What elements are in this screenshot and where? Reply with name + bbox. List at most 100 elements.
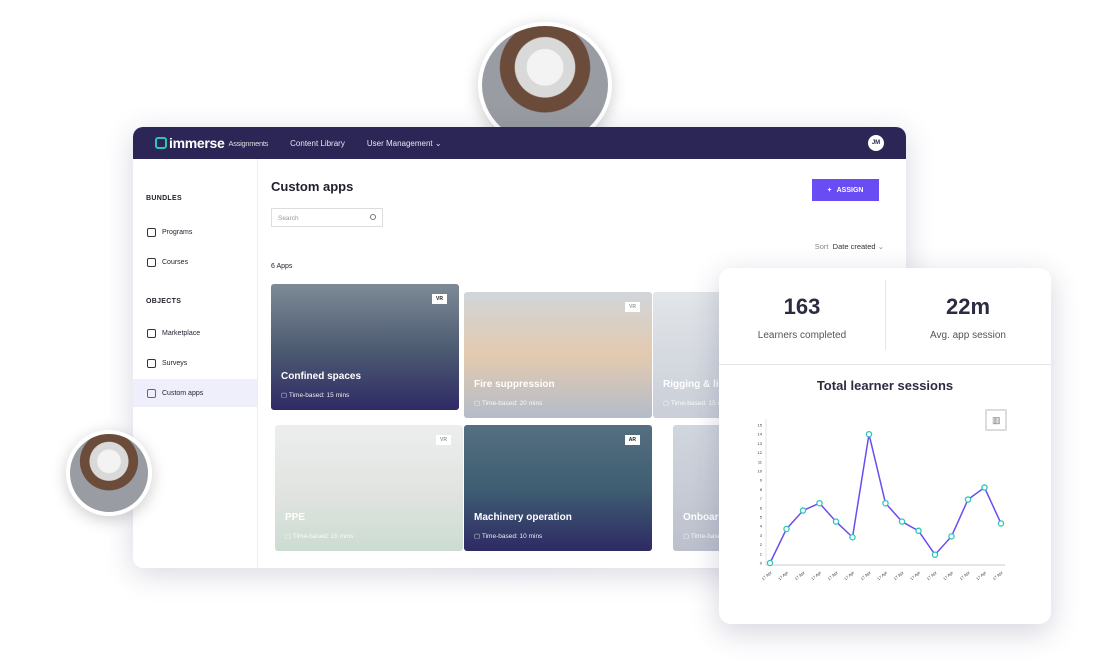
app-card[interactable]: VR Fire suppression ▢ Time-based: 20 mins xyxy=(464,292,652,418)
y-tick-label: 11 xyxy=(758,459,763,464)
sidebar-item-custom-apps[interactable]: Custom apps xyxy=(133,379,257,407)
x-tick-label: 17 Apr xyxy=(827,570,840,582)
clipboard-icon: ▢ xyxy=(474,400,481,407)
badge-ar: AR xyxy=(624,435,640,445)
data-point xyxy=(766,559,774,567)
sort-dropdown[interactable]: Sort Date created ⌄ xyxy=(815,242,884,251)
book-icon xyxy=(147,257,156,267)
y-tick-label: 9 xyxy=(760,478,763,483)
x-tick-label: 17 Apr xyxy=(909,570,922,582)
data-point xyxy=(849,533,856,541)
x-tick-label: 17 Apr xyxy=(810,570,823,582)
app-card[interactable]: AR Machinery operation ▢ Time-based: 10 mi… xyxy=(464,425,652,551)
x-tick-label: 17 Apr xyxy=(777,570,790,582)
data-point xyxy=(931,551,939,558)
card-title: Confined spaces xyxy=(281,371,362,382)
x-tick-label: 17 Apr xyxy=(942,570,955,582)
section-bundles: BUNDLES xyxy=(146,195,182,202)
data-point xyxy=(898,518,906,525)
sidebar: BUNDLES Programs Courses OBJECTS Marketp… xyxy=(133,159,258,568)
y-tick-label: 14 xyxy=(758,432,763,437)
plus-icon: + xyxy=(827,186,832,194)
x-tick-label: 17 Apr xyxy=(794,570,807,582)
data-point xyxy=(816,499,823,507)
data-point xyxy=(865,430,873,438)
nav-content-library[interactable]: Content Library xyxy=(290,139,345,148)
y-tick-label: 6 xyxy=(760,505,763,510)
sidebar-item-courses[interactable]: Courses xyxy=(133,248,257,276)
clipboard-icon: ▢ xyxy=(683,533,690,540)
x-tick-label: 17 Apr xyxy=(843,570,856,582)
x-tick-label: 17 Apr xyxy=(926,570,939,582)
search-input[interactable]: Search xyxy=(271,208,383,227)
card-detail: ▢ Time-based: 10 mins xyxy=(474,533,543,540)
logo-icon xyxy=(155,137,167,149)
document-icon xyxy=(147,358,156,368)
y-tick-label: 12 xyxy=(758,450,763,455)
stats-panel: 163 Learners completed 22m Avg. app sessio… xyxy=(719,268,1051,624)
card-title: PPE xyxy=(285,512,306,523)
card-title: Fire suppression xyxy=(474,379,555,390)
cube-icon xyxy=(147,328,156,338)
chevron-down-icon: ⌄ xyxy=(877,242,884,251)
search-icon xyxy=(370,214,376,220)
clipboard-icon: ▢ xyxy=(281,392,288,399)
y-tick-label: 15 xyxy=(758,423,763,428)
card-detail: ▢ Time-based: 15 mins xyxy=(285,533,354,540)
section-objects: OBJECTS xyxy=(146,298,182,305)
y-tick-label: 13 xyxy=(758,441,763,446)
card-detail: ▢ Time-based: 20 mins xyxy=(474,400,543,407)
sidebar-item-surveys[interactable]: Surveys xyxy=(133,349,257,377)
y-tick-label: 1 xyxy=(760,551,763,556)
data-point xyxy=(882,499,889,507)
y-tick-label: 5 xyxy=(760,515,763,520)
x-tick-label: 17 Apr xyxy=(876,570,889,582)
x-tick-label: 17 Apr xyxy=(893,570,906,582)
programs-icon xyxy=(147,227,156,237)
data-point xyxy=(964,496,972,503)
sidebar-item-programs[interactable]: Programs xyxy=(133,218,257,246)
x-tick-label: 17 Apr xyxy=(860,570,873,582)
app-card[interactable]: VR Confined spaces ▢ Time-based: 15 mins xyxy=(271,284,459,410)
x-tick-label: 17 Apr xyxy=(761,570,774,582)
app-card[interactable]: VR PPE ▢ Time-based: 15 mins xyxy=(275,425,463,551)
data-point xyxy=(981,484,988,491)
clipboard-icon: ▢ xyxy=(285,533,292,540)
nav-user-management[interactable]: User Management ⌄ xyxy=(367,139,442,148)
data-point xyxy=(799,507,807,514)
x-tick-label: 17 Apr xyxy=(975,570,988,582)
sidebar-item-marketplace[interactable]: Marketplace xyxy=(133,319,257,347)
clipboard-icon: ▢ xyxy=(474,533,481,540)
x-tick-label: 17 Apr xyxy=(992,570,1005,582)
card-title: Machinery operation xyxy=(474,512,572,523)
assign-button[interactable]: + ASSIGN xyxy=(812,179,879,201)
badge-vr: VR xyxy=(436,435,451,445)
app-count: 6 Apps xyxy=(271,263,293,270)
logo[interactable]: immerse Assignments xyxy=(155,135,268,151)
y-tick-label: 4 xyxy=(760,524,763,529)
clipboard-icon: ▢ xyxy=(663,400,670,407)
card-detail: ▢ Time-based: 15 mins xyxy=(281,392,350,399)
y-tick-label: 10 xyxy=(758,469,763,474)
grid-icon xyxy=(147,388,156,398)
data-point xyxy=(915,527,922,535)
page-title: Custom apps xyxy=(271,179,354,194)
y-tick-label: 2 xyxy=(760,542,763,547)
top-nav: immerse Assignments Content Library User … xyxy=(133,127,906,159)
data-point xyxy=(783,525,790,533)
y-tick-label: 8 xyxy=(760,487,763,492)
badge-vr: VR xyxy=(625,302,640,312)
chevron-down-icon: ⌄ xyxy=(434,138,442,148)
y-tick-label: 7 xyxy=(760,496,763,501)
data-point xyxy=(948,533,955,540)
x-tick-label: 17 Apr xyxy=(959,570,972,582)
child-vr-photo xyxy=(66,430,152,516)
data-point xyxy=(997,520,1005,527)
y-tick-label: 0 xyxy=(760,561,763,566)
line-chart: 012345678910111213141517 Apr 17 Apr 17 Apr… xyxy=(758,419,1005,582)
nav-assignments[interactable]: Assignments xyxy=(229,139,269,148)
data-point xyxy=(832,518,840,525)
y-tick-label: 3 xyxy=(760,533,763,538)
badge-vr: VR xyxy=(432,294,447,304)
avatar[interactable]: JM xyxy=(868,135,884,151)
